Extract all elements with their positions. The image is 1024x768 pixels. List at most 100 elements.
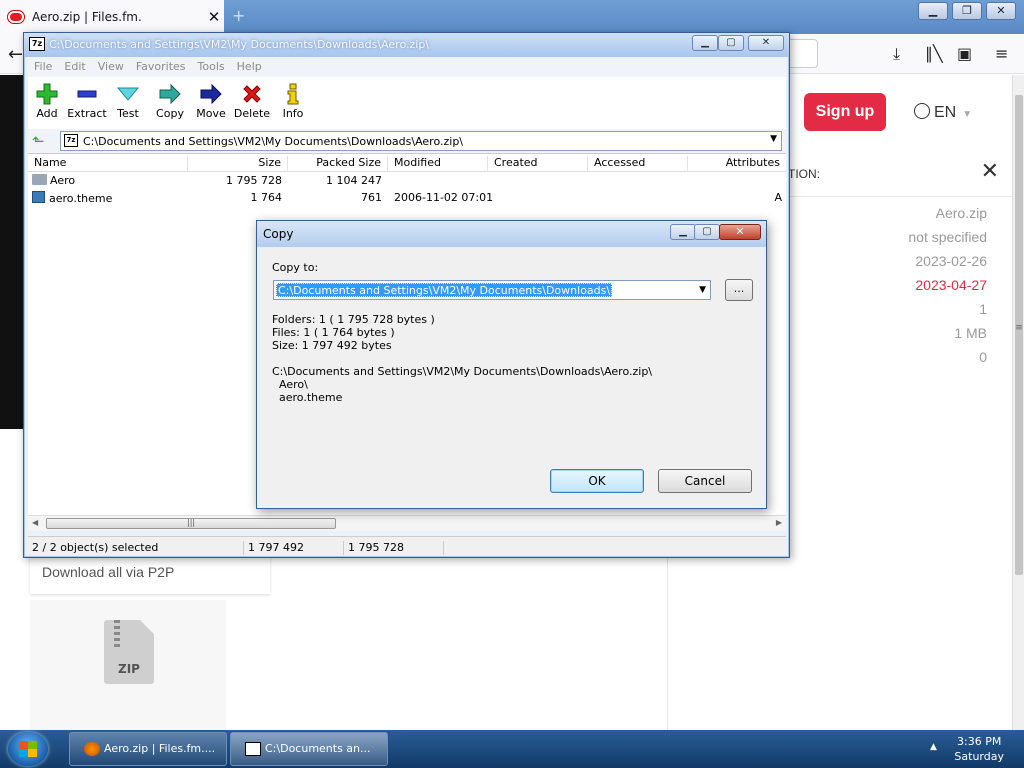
menu-edit[interactable]: Edit [58,57,91,77]
move-label: Move [196,107,226,120]
restore-button[interactable]: ❐ [952,2,982,20]
scroll-left-icon[interactable]: ◀ [32,518,38,527]
browser-tab-title: Aero.zip | Files.fm. [32,10,142,24]
zip-file-icon[interactable]: ZIP [104,620,154,684]
sidebar-icon[interactable]: ▣ [957,44,972,63]
folder-up-icon[interactable]: ⬑ [32,132,50,150]
col-header-accessed[interactable]: Accessed [588,156,688,172]
row-packed-size: 761 [361,191,382,204]
file-thumbnail-area: ZIP [30,600,226,730]
menu-file[interactable]: File [28,57,58,77]
language-selector[interactable]: EN ▼ [914,103,972,122]
copy-dialog: Copy ▁ ▢ ✕ Copy to: C:\Documents and Set… [256,220,767,509]
delete-button[interactable]: Delete [230,81,274,120]
taskbar-item-firefox[interactable]: Aero.zip | Files.fm.... [69,732,227,766]
destination-path-combo[interactable]: C:\Documents and Settings\VM2\My Documen… [273,280,711,300]
chevron-down-icon[interactable]: ▼ [699,285,706,295]
add-button[interactable]: Add [25,81,69,120]
menu-favorites[interactable]: Favorites [130,57,192,77]
col-header-created[interactable]: Created [488,156,588,172]
address-bar: ⬑ 7z C:\Documents and Settings\VM2\My Do… [28,129,786,153]
menu-help[interactable]: Help [231,57,268,77]
page-vertical-scrollbar[interactable]: ≡ [1012,75,1024,730]
delete-x-icon [243,85,261,103]
tab-close-icon[interactable]: ✕ [204,8,224,26]
scrollbar-thumb[interactable]: ||| [46,518,336,529]
extract-button[interactable]: Extract [65,81,109,120]
p2p-download-button[interactable]: Download all via P2P [30,554,270,594]
files-fm-favicon-icon [8,11,24,23]
col-header-size[interactable]: Size [188,156,288,172]
row-attributes: A [774,191,782,204]
taskbar-item-sevenzip[interactable]: C:\Documents an... [230,732,388,766]
minimize-button[interactable]: ▁ [692,35,718,51]
close-button[interactable]: ✕ [986,2,1016,20]
scroll-right-icon[interactable]: ▶ [776,518,782,527]
minimize-button[interactable]: ▁ [670,224,696,240]
browse-button[interactable]: ... [725,279,753,301]
browser-tab-strip: Aero.zip | Files.fm. ✕ + ▁ ❐ ✕ [0,0,1024,34]
info-button[interactable]: Info [271,81,315,120]
move-button[interactable]: Move [189,81,233,120]
menu-tools[interactable]: Tools [192,57,231,77]
extract-label: Extract [67,107,107,120]
chevron-down-icon: ▼ [962,109,973,120]
scrollbar-thumb[interactable] [1015,95,1023,575]
downloads-icon[interactable]: ⤓ [893,44,900,64]
menu-view[interactable]: View [92,57,130,77]
info-size: 1 MB [954,325,987,341]
address-combo[interactable]: 7z C:\Documents and Settings\VM2\My Docu… [60,131,782,151]
col-header-attributes[interactable]: Attributes [688,156,786,172]
windows-logo-icon [19,741,37,757]
col-header-name[interactable]: Name [28,156,188,172]
clock-day: Saturday [954,750,1004,763]
copy-button[interactable]: Copy [148,81,192,120]
menu-hamburger-icon[interactable]: ≡ [995,44,1008,63]
theme-file-icon [32,191,45,203]
copy-arrow-icon [159,83,181,105]
browser-tab[interactable]: Aero.zip | Files.fm. ✕ [0,0,224,34]
copy-label: Copy [156,107,184,120]
info-downloads: 0 [979,349,987,365]
copy-dialog-title-bar[interactable]: Copy ▁ ▢ ✕ [257,221,766,247]
close-button[interactable]: ✕ [748,35,784,51]
sevenzip-toolbar: Add Extract Test Copy Move Delete Info [28,77,786,129]
table-row[interactable]: aero.theme 1 764 761 2006-11-02 07:01 A [28,190,786,207]
info-description: not specified [908,229,987,245]
table-row[interactable]: Aero 1 795 728 1 104 247 [28,173,786,190]
new-tab-icon[interactable]: + [232,6,245,25]
library-icon[interactable]: ∥╲ [925,44,943,63]
taskbar-item-label: C:\Documents an... [265,742,371,755]
dialog-close-button[interactable]: ✕ [719,224,761,240]
sevenzip-title-bar[interactable]: 7z C:\Documents and Settings\VM2\My Docu… [24,33,789,57]
move-arrow-icon [200,83,222,105]
sevenzip-app-icon: 7z [29,37,45,51]
col-header-modified[interactable]: Modified [388,156,488,172]
test-button[interactable]: Test [106,81,150,120]
delete-label: Delete [233,107,271,120]
source-paths: C:\Documents and Settings\VM2\My Documen… [272,365,653,404]
zipper-graphic [114,620,120,648]
chevron-down-icon[interactable]: ▼ [770,134,777,144]
cancel-button[interactable]: Cancel [658,469,752,493]
row-size: 1 795 728 [226,174,282,187]
back-arrow-icon[interactable]: ← [8,44,23,65]
show-hidden-icons-icon[interactable]: ▲ [930,742,937,752]
maximize-button[interactable]: ▢ [694,224,720,240]
ok-button[interactable]: OK [550,469,644,493]
maximize-button[interactable]: ▢ [718,35,744,51]
close-icon[interactable]: ✕ [981,159,999,184]
row-modified: 2006-11-02 07:01 [394,191,494,204]
info-expiry-date: 2023-04-27 [915,277,987,293]
row-size: 1 764 [250,191,283,204]
start-button[interactable] [8,732,48,766]
system-clock[interactable]: 3:36 PM Saturday [954,734,1004,764]
signup-button[interactable]: Sign up [804,93,886,131]
sevenzip-status-bar: 2 / 2 object(s) selected 1 797 492 1 795… [28,536,786,556]
stat-size: Size: 1 797 492 bytes [272,339,392,352]
sevenzip-menu-bar: File Edit View Favorites Tools Help [28,57,786,77]
file-list-horizontal-scrollbar[interactable]: ◀ ||| ▶ [28,515,786,531]
col-header-packed-size[interactable]: Packed Size [288,156,388,172]
globe-icon [914,103,930,119]
minimize-button[interactable]: ▁ [918,2,948,20]
